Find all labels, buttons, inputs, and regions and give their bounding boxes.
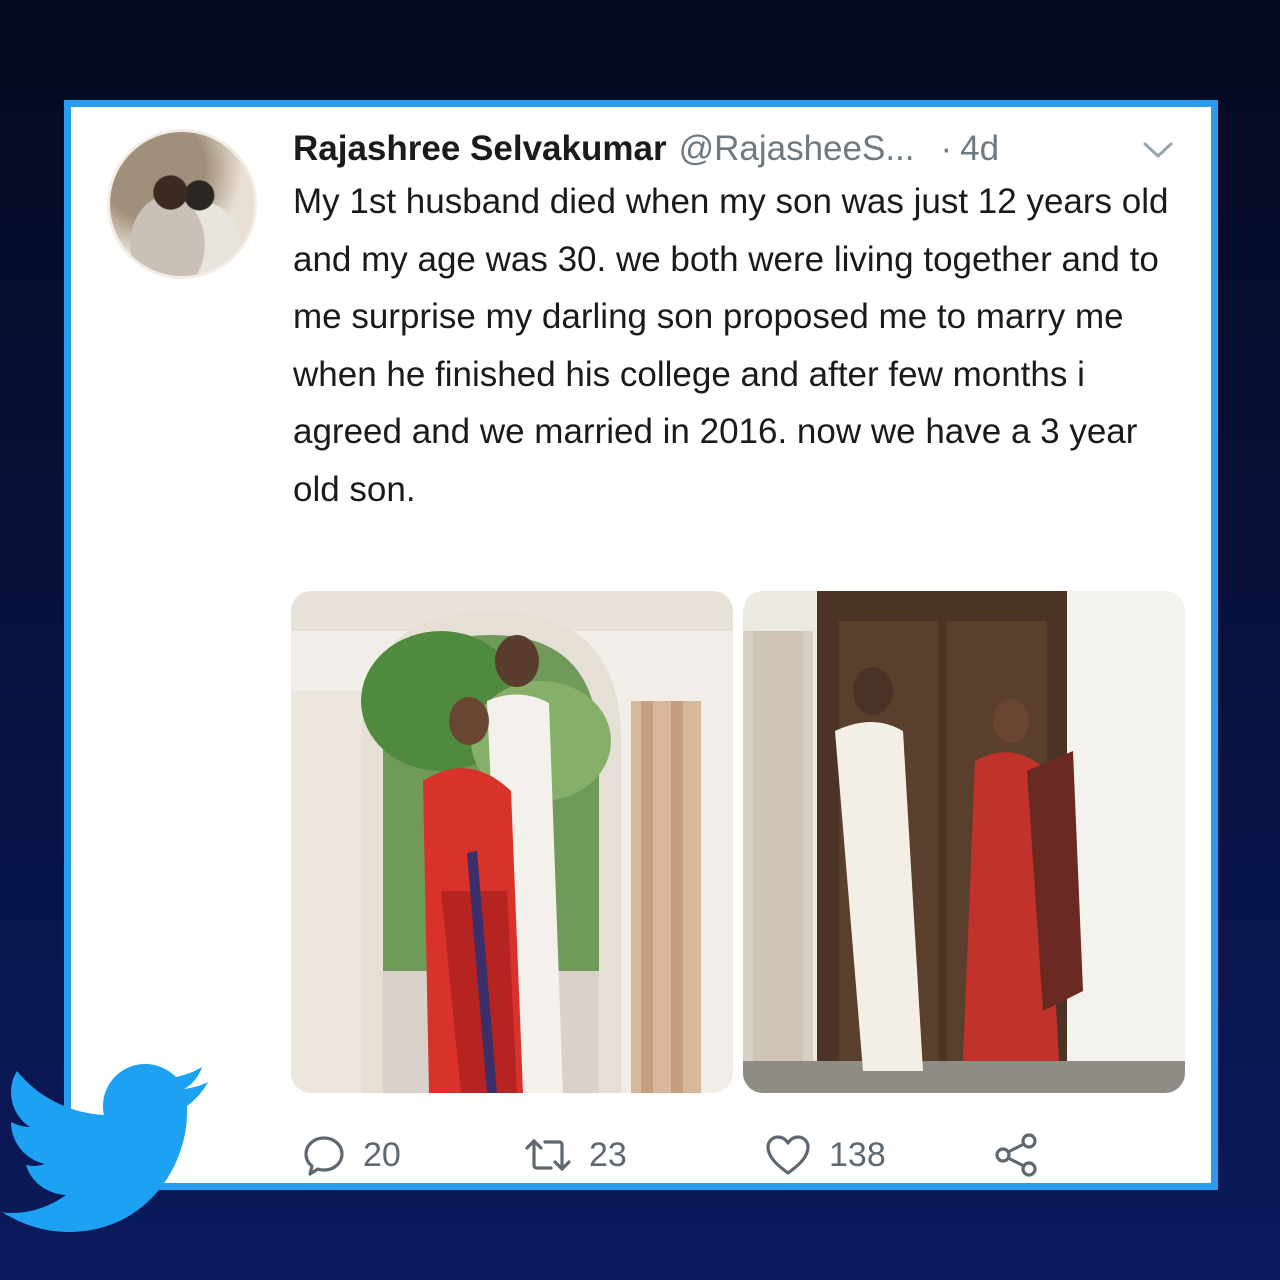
tweet-card-frame: Rajashree Selvakumar @RajasheeS... · 4d … xyxy=(64,100,1218,1190)
heart-icon xyxy=(766,1135,810,1175)
tweet-photo-1[interactable] xyxy=(291,591,733,1093)
share-button[interactable] xyxy=(993,1127,1041,1183)
tweet-text: My 1st husband died when my son was just… xyxy=(293,182,1169,509)
tweet-photo-2[interactable] xyxy=(743,591,1185,1093)
author-avatar[interactable] xyxy=(107,129,257,279)
tweet-card: Rajashree Selvakumar @RajasheeS... · 4d … xyxy=(71,107,1211,1183)
reply-icon xyxy=(304,1136,344,1176)
author-handle[interactable]: @RajasheeS... xyxy=(679,129,915,169)
author-name[interactable]: Rajashree Selvakumar xyxy=(293,129,667,169)
like-button[interactable]: 138 xyxy=(763,1127,886,1183)
retweet-button[interactable]: 23 xyxy=(523,1127,627,1183)
tweet-header: Rajashree Selvakumar @RajasheeS... · 4d xyxy=(293,123,999,175)
chevron-down-icon[interactable] xyxy=(1141,139,1175,161)
reply-count: 20 xyxy=(363,1135,401,1174)
retweet-icon xyxy=(525,1139,571,1171)
tweet-actions: 20 23 138 xyxy=(293,1127,1193,1183)
header-separator: · xyxy=(940,129,953,168)
like-count: 138 xyxy=(829,1135,886,1174)
share-icon xyxy=(995,1133,1037,1177)
twitter-bird-logo xyxy=(2,1064,208,1232)
tweet-timestamp[interactable]: 4d xyxy=(960,129,999,169)
retweet-count: 23 xyxy=(589,1135,627,1174)
reply-button[interactable]: 20 xyxy=(301,1127,401,1183)
